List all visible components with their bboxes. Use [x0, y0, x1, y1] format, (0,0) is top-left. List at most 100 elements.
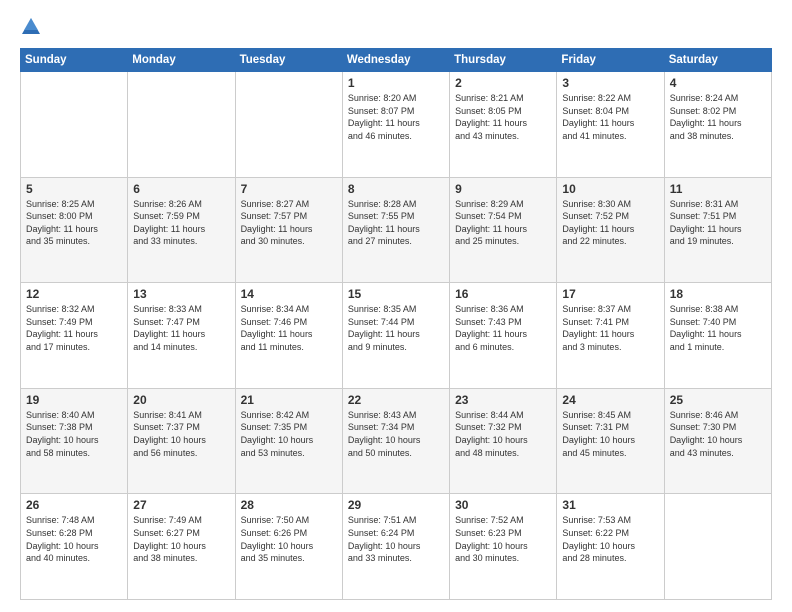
- day-number: 10: [562, 182, 658, 196]
- calendar-cell: 19Sunrise: 8:40 AM Sunset: 7:38 PM Dayli…: [21, 388, 128, 494]
- week-row-2: 5Sunrise: 8:25 AM Sunset: 8:00 PM Daylig…: [21, 177, 772, 283]
- day-number: 26: [26, 498, 122, 512]
- day-number: 12: [26, 287, 122, 301]
- calendar-cell: [664, 494, 771, 600]
- day-info: Sunrise: 8:20 AM Sunset: 8:07 PM Dayligh…: [348, 92, 444, 142]
- calendar-cell: 9Sunrise: 8:29 AM Sunset: 7:54 PM Daylig…: [450, 177, 557, 283]
- calendar-cell: 8 Sunrise: 8:28 AM Sunset: 7:55 PM Daylig…: [342, 177, 449, 283]
- day-number: 20: [133, 393, 229, 407]
- day-info: Sunrise: 7:52 AM Sunset: 6:23 PM Dayligh…: [455, 514, 551, 564]
- day-number: 27: [133, 498, 229, 512]
- day-number: 22: [348, 393, 444, 407]
- day-number: 24: [562, 393, 658, 407]
- day-info: Sunrise: 8:24 AM Sunset: 8:02 PM Dayligh…: [670, 92, 766, 142]
- day-number: 4: [670, 76, 766, 90]
- calendar-cell: 5Sunrise: 8:25 AM Sunset: 8:00 PM Daylig…: [21, 177, 128, 283]
- calendar-cell: 14 Sunrise: 8:34 AM Sunset: 7:46 PM Dayli…: [235, 283, 342, 389]
- calendar-cell: 13 Sunrise: 8:33 AM Sunset: 7:47 PM Dayli…: [128, 283, 235, 389]
- day-info: Sunrise: 8:31 AM Sunset: 7:51 PM Dayligh…: [670, 198, 766, 248]
- weekday-header-wednesday: Wednesday: [342, 49, 449, 72]
- day-number: 5: [26, 182, 122, 196]
- calendar-cell: [235, 72, 342, 178]
- weekday-header-tuesday: Tuesday: [235, 49, 342, 72]
- day-info: Sunrise: 8:42 AM Sunset: 7:35 PM Dayligh…: [241, 409, 337, 459]
- day-info: Sunrise: 7:51 AM Sunset: 6:24 PM Dayligh…: [348, 514, 444, 564]
- day-number: 31: [562, 498, 658, 512]
- day-number: 2: [455, 76, 551, 90]
- calendar-cell: 31 Sunrise: 7:53 AM Sunset: 6:22 PM Dayli…: [557, 494, 664, 600]
- day-number: 16: [455, 287, 551, 301]
- calendar-cell: 12 Sunrise: 8:32 AM Sunset: 7:49 PM Dayli…: [21, 283, 128, 389]
- day-info: Sunrise: 8:37 AM Sunset: 7:41 PM Dayligh…: [562, 303, 658, 353]
- calendar-cell: 21 Sunrise: 8:42 AM Sunset: 7:35 PM Dayli…: [235, 388, 342, 494]
- day-number: 6: [133, 182, 229, 196]
- calendar-cell: 20 Sunrise: 8:41 AM Sunset: 7:37 PM Dayli…: [128, 388, 235, 494]
- day-number: 23: [455, 393, 551, 407]
- day-number: 8: [348, 182, 444, 196]
- day-number: 30: [455, 498, 551, 512]
- day-info: Sunrise: 8:35 AM Sunset: 7:44 PM Dayligh…: [348, 303, 444, 353]
- day-info: Sunrise: 8:28 AM Sunset: 7:55 PM Dayligh…: [348, 198, 444, 248]
- logo: [20, 16, 47, 38]
- calendar-cell: 23 Sunrise: 8:44 AM Sunset: 7:32 PM Dayli…: [450, 388, 557, 494]
- day-number: 15: [348, 287, 444, 301]
- calendar-cell: 30 Sunrise: 7:52 AM Sunset: 6:23 PM Dayli…: [450, 494, 557, 600]
- calendar-cell: 4 Sunrise: 8:24 AM Sunset: 8:02 PM Daylig…: [664, 72, 771, 178]
- day-info: Sunrise: 8:33 AM Sunset: 7:47 PM Dayligh…: [133, 303, 229, 353]
- calendar-cell: 3Sunrise: 8:22 AM Sunset: 8:04 PM Daylig…: [557, 72, 664, 178]
- day-number: 1: [348, 76, 444, 90]
- day-info: Sunrise: 8:41 AM Sunset: 7:37 PM Dayligh…: [133, 409, 229, 459]
- calendar-cell: 2 Sunrise: 8:21 AM Sunset: 8:05 PM Daylig…: [450, 72, 557, 178]
- calendar-cell: 6 Sunrise: 8:26 AM Sunset: 7:59 PM Daylig…: [128, 177, 235, 283]
- calendar-table: SundayMondayTuesdayWednesdayThursdayFrid…: [20, 48, 772, 600]
- day-info: Sunrise: 8:29 AM Sunset: 7:54 PM Dayligh…: [455, 198, 551, 248]
- calendar-cell: 7Sunrise: 8:27 AM Sunset: 7:57 PM Daylig…: [235, 177, 342, 283]
- calendar-cell: 10 Sunrise: 8:30 AM Sunset: 7:52 PM Dayli…: [557, 177, 664, 283]
- calendar-cell: [128, 72, 235, 178]
- calendar-cell: 29 Sunrise: 7:51 AM Sunset: 6:24 PM Dayli…: [342, 494, 449, 600]
- day-number: 11: [670, 182, 766, 196]
- day-info: Sunrise: 8:21 AM Sunset: 8:05 PM Dayligh…: [455, 92, 551, 142]
- day-number: 28: [241, 498, 337, 512]
- calendar-cell: 28 Sunrise: 7:50 AM Sunset: 6:26 PM Dayli…: [235, 494, 342, 600]
- day-info: Sunrise: 8:44 AM Sunset: 7:32 PM Dayligh…: [455, 409, 551, 459]
- day-info: Sunrise: 8:46 AM Sunset: 7:30 PM Dayligh…: [670, 409, 766, 459]
- day-info: Sunrise: 7:48 AM Sunset: 6:28 PM Dayligh…: [26, 514, 122, 564]
- day-info: Sunrise: 8:27 AM Sunset: 7:57 PM Dayligh…: [241, 198, 337, 248]
- header: [20, 16, 772, 38]
- day-number: 17: [562, 287, 658, 301]
- calendar-cell: 17 Sunrise: 8:37 AM Sunset: 7:41 PM Dayli…: [557, 283, 664, 389]
- calendar-cell: 22 Sunrise: 8:43 AM Sunset: 7:34 PM Dayli…: [342, 388, 449, 494]
- week-row-1: 1 Sunrise: 8:20 AM Sunset: 8:07 PM Daylig…: [21, 72, 772, 178]
- calendar-cell: 15 Sunrise: 8:35 AM Sunset: 7:44 PM Dayli…: [342, 283, 449, 389]
- day-info: Sunrise: 8:43 AM Sunset: 7:34 PM Dayligh…: [348, 409, 444, 459]
- weekday-header-saturday: Saturday: [664, 49, 771, 72]
- day-number: 29: [348, 498, 444, 512]
- day-info: Sunrise: 8:34 AM Sunset: 7:46 PM Dayligh…: [241, 303, 337, 353]
- day-number: 13: [133, 287, 229, 301]
- weekday-header-sunday: Sunday: [21, 49, 128, 72]
- day-info: Sunrise: 8:38 AM Sunset: 7:40 PM Dayligh…: [670, 303, 766, 353]
- day-info: Sunrise: 7:50 AM Sunset: 6:26 PM Dayligh…: [241, 514, 337, 564]
- logo-icon: [20, 16, 42, 38]
- day-info: Sunrise: 7:49 AM Sunset: 6:27 PM Dayligh…: [133, 514, 229, 564]
- day-info: Sunrise: 8:30 AM Sunset: 7:52 PM Dayligh…: [562, 198, 658, 248]
- day-info: Sunrise: 7:53 AM Sunset: 6:22 PM Dayligh…: [562, 514, 658, 564]
- calendar-cell: 24Sunrise: 8:45 AM Sunset: 7:31 PM Dayli…: [557, 388, 664, 494]
- day-number: 18: [670, 287, 766, 301]
- day-number: 19: [26, 393, 122, 407]
- calendar-cell: 16 Sunrise: 8:36 AM Sunset: 7:43 PM Dayli…: [450, 283, 557, 389]
- week-row-5: 26 Sunrise: 7:48 AM Sunset: 6:28 PM Dayli…: [21, 494, 772, 600]
- day-info: Sunrise: 8:26 AM Sunset: 7:59 PM Dayligh…: [133, 198, 229, 248]
- calendar-cell: 18 Sunrise: 8:38 AM Sunset: 7:40 PM Dayli…: [664, 283, 771, 389]
- day-info: Sunrise: 8:36 AM Sunset: 7:43 PM Dayligh…: [455, 303, 551, 353]
- calendar-cell: 26 Sunrise: 7:48 AM Sunset: 6:28 PM Dayli…: [21, 494, 128, 600]
- day-number: 21: [241, 393, 337, 407]
- day-number: 14: [241, 287, 337, 301]
- week-row-3: 12 Sunrise: 8:32 AM Sunset: 7:49 PM Dayli…: [21, 283, 772, 389]
- weekday-header-thursday: Thursday: [450, 49, 557, 72]
- weekday-header-row: SundayMondayTuesdayWednesdayThursdayFrid…: [21, 49, 772, 72]
- page: SundayMondayTuesdayWednesdayThursdayFrid…: [0, 0, 792, 612]
- calendar-cell: 27 Sunrise: 7:49 AM Sunset: 6:27 PM Dayli…: [128, 494, 235, 600]
- day-info: Sunrise: 8:32 AM Sunset: 7:49 PM Dayligh…: [26, 303, 122, 353]
